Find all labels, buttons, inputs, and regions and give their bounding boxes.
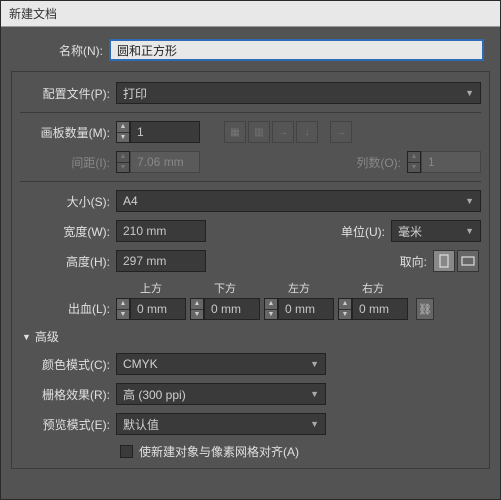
chevron-down-icon: ▼	[310, 419, 319, 429]
name-input[interactable]	[109, 39, 484, 61]
raster-label: 栅格效果(R):	[20, 386, 110, 403]
preview-dropdown[interactable]: 默认值▼	[116, 413, 326, 435]
grid-by-row-icon: ▦	[224, 121, 246, 143]
chevron-down-icon: ▼	[310, 389, 319, 399]
bleed-bottom-label: 下方	[214, 280, 236, 296]
spacing-label: 间距(I):	[20, 154, 110, 171]
align-pixel-grid-label: 使新建对象与像素网格对齐(A)	[139, 443, 299, 460]
artboard-count-input[interactable]	[130, 121, 200, 143]
unit-dropdown[interactable]: 毫米▼	[391, 220, 481, 242]
link-values-icon[interactable]: ⛓	[416, 298, 434, 320]
bleed-left-stepper[interactable]: ▲▼	[264, 298, 278, 320]
arrange-right-icon: →	[272, 121, 294, 143]
profile-label: 配置文件(P):	[20, 85, 110, 102]
width-label: 宽度(W):	[20, 223, 110, 240]
arrange-ltr-icon: →	[330, 121, 352, 143]
cols-input	[421, 151, 481, 173]
cols-label: 列数(O):	[341, 154, 401, 171]
height-label: 高度(H):	[20, 253, 110, 270]
new-document-dialog: 新建文档 名称(N): 配置文件(P): 打印▼ 画板数量(M): ▲▼ ▦ ▥…	[0, 0, 501, 500]
profile-dropdown[interactable]: 打印▼	[116, 82, 481, 104]
color-mode-label: 颜色模式(C):	[20, 356, 110, 373]
spacing-stepper: ▲▼	[116, 151, 130, 173]
raster-dropdown[interactable]: 高 (300 ppi)▼	[116, 383, 326, 405]
unit-label: 单位(U):	[325, 223, 385, 240]
artboard-count-stepper[interactable]: ▲▼	[116, 121, 130, 143]
spacing-input	[130, 151, 200, 173]
chevron-down-icon: ▼	[310, 359, 319, 369]
chevron-down-icon: ▼	[465, 88, 474, 98]
bleed-right-input[interactable]	[352, 298, 408, 320]
bleed-top-label: 上方	[140, 280, 162, 296]
chevron-down-icon: ▼	[465, 226, 474, 236]
bleed-right-stepper[interactable]: ▲▼	[338, 298, 352, 320]
bleed-left-input[interactable]	[278, 298, 334, 320]
cols-stepper: ▲▼	[407, 151, 421, 173]
bleed-label: 出血(L):	[20, 300, 110, 317]
arrange-down-icon: ↓	[296, 121, 318, 143]
bleed-top-stepper[interactable]: ▲▼	[116, 298, 130, 320]
chevron-down-icon: ▼	[465, 196, 474, 206]
advanced-section-toggle[interactable]: ▼ 高级	[22, 328, 481, 345]
bleed-left-label: 左方	[288, 280, 310, 296]
bleed-bottom-input[interactable]	[204, 298, 260, 320]
align-pixel-grid-checkbox[interactable]	[120, 445, 133, 458]
orientation-landscape-button[interactable]	[457, 250, 479, 272]
width-input[interactable]	[116, 220, 206, 242]
triangle-down-icon: ▼	[22, 332, 31, 342]
bleed-top-input[interactable]	[130, 298, 186, 320]
artboard-count-label: 画板数量(M):	[20, 124, 110, 141]
orientation-portrait-button[interactable]	[433, 250, 455, 272]
preview-label: 预览模式(E):	[20, 416, 110, 433]
size-dropdown[interactable]: A4▼	[116, 190, 481, 212]
color-mode-dropdown[interactable]: CMYK▼	[116, 353, 326, 375]
bleed-right-label: 右方	[362, 280, 384, 296]
size-label: 大小(S):	[20, 193, 110, 210]
grid-by-col-icon: ▥	[248, 121, 270, 143]
bleed-bottom-stepper[interactable]: ▲▼	[190, 298, 204, 320]
window-title: 新建文档	[1, 1, 500, 27]
height-input[interactable]	[116, 250, 206, 272]
orient-label: 取向:	[367, 253, 427, 270]
name-label: 名称(N):	[17, 42, 103, 59]
